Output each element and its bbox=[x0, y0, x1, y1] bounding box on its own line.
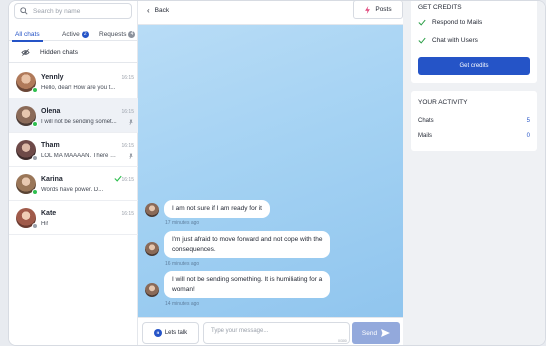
activity-row[interactable]: Chats 5 bbox=[418, 118, 530, 124]
chat-preview: I will not be sending somet... bbox=[41, 119, 117, 125]
pin-icon[interactable] bbox=[128, 119, 134, 125]
tab-active[interactable]: Active 2 bbox=[59, 27, 92, 41]
chat-time: 16:15 bbox=[121, 75, 134, 81]
activity-label: Chats bbox=[418, 118, 434, 124]
chat-item[interactable]: Karina Words have power. D... 16:15 bbox=[9, 166, 138, 201]
send-button[interactable]: Send bbox=[352, 322, 400, 344]
chat-name: Olena bbox=[41, 108, 61, 115]
composer: lt Lets talk 0/300 Send bbox=[138, 317, 403, 345]
credit-benefit: Chat with Users bbox=[418, 37, 478, 44]
message-time: 14 minutes ago bbox=[165, 301, 200, 307]
app-window: All chats Active2 Requests4 Hidden chats… bbox=[8, 0, 546, 346]
message-text: I will not be sending something. It is h… bbox=[172, 276, 323, 283]
lets-talk-button[interactable]: lt Lets talk bbox=[142, 322, 199, 344]
search-input[interactable] bbox=[33, 7, 131, 15]
search-box[interactable] bbox=[14, 3, 132, 19]
credits-card: GET CREDITS Respond to Mails Chat with U… bbox=[411, 1, 537, 83]
count-badge: 2 bbox=[81, 30, 89, 38]
hidden-chats-label: Hidden chats bbox=[40, 48, 78, 56]
chat-list-panel: All chats Active2 Requests4 Hidden chats… bbox=[9, 1, 138, 345]
activity-value: 0 bbox=[526, 133, 530, 139]
get-credits-button[interactable]: Get credits bbox=[418, 57, 530, 75]
back-label: Back bbox=[154, 7, 170, 14]
chat-item[interactable]: Olena I will not be sending somet... 16:… bbox=[9, 98, 138, 133]
chat-name: Kate bbox=[41, 210, 57, 217]
online-indicator bbox=[32, 189, 38, 195]
tab-requests[interactable]: Requests 4 bbox=[96, 27, 138, 41]
chat-name: Tham bbox=[41, 142, 60, 149]
lets-talk-label: Lets talk bbox=[164, 330, 188, 336]
chat-preview: Hi! bbox=[41, 221, 49, 227]
send-label: Send bbox=[361, 329, 378, 337]
sidebar-right: GET CREDITS Respond to Mails Chat with U… bbox=[403, 1, 545, 345]
tab-all-chats[interactable]: All chats bbox=[12, 27, 43, 42]
chat-time: 16:15 bbox=[121, 143, 134, 149]
activity-title: YOUR ACTIVITY bbox=[418, 99, 468, 106]
offline-indicator bbox=[32, 223, 38, 229]
chat-preview: Hello, dear! How are you t... bbox=[41, 85, 116, 91]
tab-label: Active bbox=[62, 30, 80, 38]
message-input[interactable] bbox=[203, 322, 350, 344]
send-icon bbox=[381, 329, 391, 337]
tab-label: All chats bbox=[15, 30, 40, 38]
activity-card: YOUR ACTIVITY Chats 5 Mails 0 bbox=[411, 91, 537, 151]
check-icon bbox=[418, 37, 426, 44]
message-text: I'm just afraid to move forward and not … bbox=[172, 236, 323, 243]
benefit-label: Respond to Mails bbox=[432, 19, 483, 26]
avatar bbox=[145, 242, 159, 256]
online-indicator bbox=[32, 87, 38, 93]
hidden-chats-row[interactable]: Hidden chats bbox=[9, 42, 138, 63]
back-button[interactable]: ‹ Back bbox=[147, 6, 169, 15]
message-bubble: I will not be sending something. It is h… bbox=[164, 271, 331, 298]
chat-item[interactable]: Yennly Hello, dear! How are you t... 16:… bbox=[9, 64, 138, 99]
eye-off-icon bbox=[21, 48, 30, 56]
chat-name: Yennly bbox=[41, 74, 64, 81]
chat-item[interactable]: Tham LOL MA MAAAAN. There w... 16:15 bbox=[9, 132, 138, 167]
chat-preview: Words have power. D... bbox=[41, 187, 104, 193]
search-icon bbox=[20, 7, 28, 15]
avatar bbox=[145, 283, 159, 297]
chat-bubble-icon: lt bbox=[153, 329, 162, 337]
activity-label: Mails bbox=[418, 133, 433, 139]
online-indicator bbox=[32, 121, 38, 127]
benefit-label: Chat with Users bbox=[432, 37, 478, 44]
chat-time: 16:15 bbox=[121, 177, 134, 183]
activity-value: 5 bbox=[526, 118, 530, 124]
lightning-icon bbox=[365, 5, 371, 14]
chevron-left-icon: ‹ bbox=[147, 6, 150, 15]
chat-preview: LOL MA MAAAAN. There w... bbox=[41, 153, 119, 159]
message-text: consequences. bbox=[172, 245, 216, 253]
offline-indicator bbox=[32, 155, 38, 161]
message-area[interactable]: I am not sure if I am ready for it 17 mi… bbox=[138, 25, 403, 317]
count-badge: 4 bbox=[128, 30, 136, 38]
message-time: 16 minutes ago bbox=[165, 261, 200, 267]
message-time: 17 minutes ago bbox=[165, 220, 200, 226]
chat-item[interactable]: Kate Hi! 16:15 bbox=[9, 200, 138, 235]
char-counter: 0/300 bbox=[338, 339, 347, 343]
chat-time: 16:15 bbox=[121, 211, 134, 217]
posts-label: Posts bbox=[375, 6, 392, 13]
tab-label: Requests bbox=[99, 30, 127, 38]
credits-title: GET CREDITS bbox=[418, 4, 462, 11]
avatar bbox=[145, 203, 159, 217]
message-text: woman! bbox=[172, 285, 195, 293]
conversation-header: ‹ Back Posts bbox=[138, 1, 403, 25]
chat-name: Karina bbox=[41, 176, 63, 183]
chat-time: 16:15 bbox=[121, 109, 134, 115]
conversation-panel: ‹ Back Posts I am not sure if I am ready… bbox=[138, 1, 403, 345]
message-text: I am not sure if I am ready for it bbox=[172, 205, 262, 212]
credit-benefit: Respond to Mails bbox=[418, 19, 482, 26]
message-bubble: I am not sure if I am ready for it bbox=[164, 200, 270, 218]
activity-row[interactable]: Mails 0 bbox=[418, 133, 530, 139]
message-bubble: I'm just afraid to move forward and not … bbox=[164, 231, 331, 258]
check-icon bbox=[418, 19, 426, 26]
chat-tabs: All chats Active 2 Requests 4 bbox=[9, 27, 138, 42]
posts-button[interactable]: Posts bbox=[353, 1, 403, 19]
pin-icon[interactable] bbox=[128, 153, 134, 159]
